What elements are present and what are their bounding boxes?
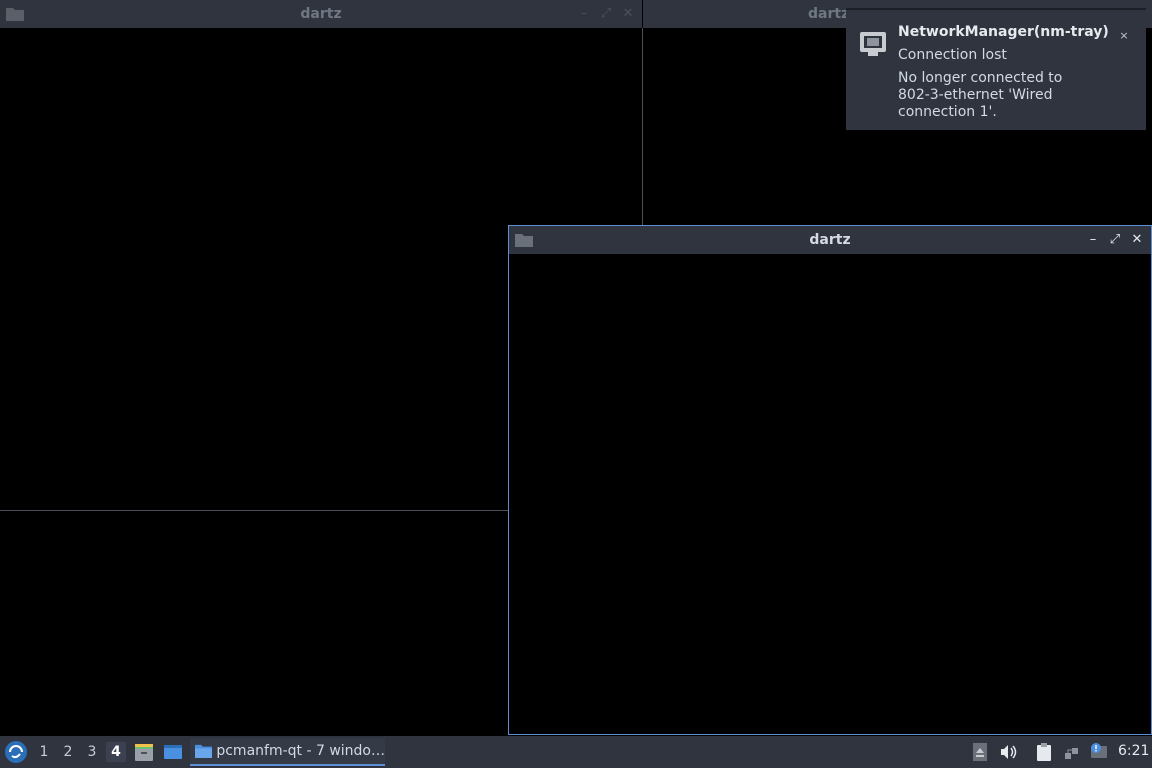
- minimize-button[interactable]: –: [1085, 232, 1101, 248]
- workspace-1[interactable]: 1: [34, 742, 54, 762]
- notification-summary: Connection lost: [898, 47, 1007, 63]
- window-divider: [0, 510, 508, 511]
- maximize-button[interactable]: ⤢: [1107, 232, 1123, 248]
- notification-icon[interactable]: [1089, 742, 1109, 762]
- window-title: dartz: [809, 232, 851, 248]
- workspace-2[interactable]: 2: [58, 742, 78, 762]
- notification-body: No longer connected to 802-3-ethernet 'W…: [898, 70, 1063, 120]
- notification-close-button[interactable]: ×: [1116, 28, 1132, 44]
- taskbar-task-pcmanfm[interactable]: pcmanfm-qt - 7 windo…: [190, 738, 385, 766]
- maximize-button[interactable]: ⤢: [598, 6, 614, 22]
- window-title: dartz: [808, 6, 850, 22]
- titlebar[interactable]: dartz – ⤢ ✕: [509, 226, 1151, 254]
- notification-popup[interactable]: NetworkManager(nm-tray) Connection lost …: [846, 8, 1146, 130]
- window-divider: [642, 28, 643, 225]
- close-button[interactable]: ✕: [1129, 232, 1145, 248]
- folder-icon: [6, 8, 24, 21]
- folder-icon: [515, 234, 533, 247]
- clock[interactable]: 6:21: [1118, 743, 1149, 759]
- workspace-3[interactable]: 3: [82, 742, 102, 762]
- start-menu-icon[interactable]: [4, 740, 28, 764]
- wired-network-icon: [860, 32, 886, 56]
- taskbar: 1 2 3 4 pcmanfm-qt - 7 windo… 6:21: [0, 736, 1152, 768]
- titlebar[interactable]: dartz – ⤢ ✕: [0, 0, 642, 28]
- task-label: pcmanfm-qt - 7 windo…: [216, 743, 385, 759]
- file-manager-launcher-icon[interactable]: [133, 741, 155, 763]
- eject-icon[interactable]: [970, 742, 990, 762]
- notification-app-name: NetworkManager(nm-tray): [898, 24, 1109, 40]
- window-dartz-active[interactable]: dartz – ⤢ ✕: [508, 225, 1152, 735]
- minimize-button[interactable]: –: [576, 6, 592, 22]
- clipboard-icon[interactable]: [1034, 742, 1054, 762]
- close-button[interactable]: ✕: [620, 6, 636, 22]
- window-title: dartz: [300, 6, 342, 22]
- volume-icon[interactable]: [998, 742, 1018, 762]
- show-desktop-icon[interactable]: [162, 741, 184, 763]
- network-disconnected-icon[interactable]: [1063, 742, 1083, 762]
- folder-icon: [195, 744, 213, 758]
- workspace-4[interactable]: 4: [106, 742, 126, 762]
